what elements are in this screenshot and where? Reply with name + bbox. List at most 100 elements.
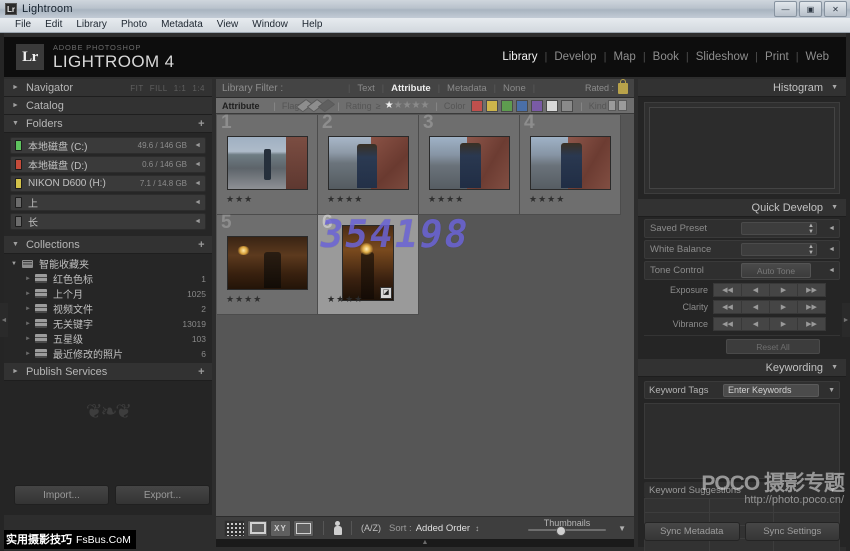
add-publish-service-icon[interactable]: +: [198, 366, 205, 378]
collection-item[interactable]: ► 五星级 103: [8, 331, 212, 346]
sync-settings-button[interactable]: Sync Settings: [745, 522, 841, 541]
rating-star-5[interactable]: ★: [421, 100, 430, 111]
kind-master-icon[interactable]: [608, 100, 617, 111]
panel-header-folders[interactable]: ▼ Folders +: [4, 115, 212, 133]
grid-view-icon[interactable]: [224, 520, 245, 537]
menu-help[interactable]: Help: [295, 18, 330, 32]
crop-badge-icon[interactable]: ◪: [395, 176, 407, 188]
panel-header-collections[interactable]: ▼ Collections +: [4, 236, 212, 254]
menu-window[interactable]: Window: [245, 18, 295, 32]
maximize-button[interactable]: ▣: [799, 1, 822, 17]
smart-collections-root[interactable]: ▼ 智能收藏夹: [8, 256, 212, 271]
menu-view[interactable]: View: [210, 18, 246, 32]
grid-cell[interactable]: 5 ★★★★: [217, 215, 318, 315]
folder-row[interactable]: 上 ◄: [10, 194, 206, 211]
vibrance-increase-small[interactable]: ▶: [769, 317, 798, 331]
folder-row[interactable]: 长 ◄: [10, 213, 206, 230]
thumbnail-grid[interactable]: 1 ◪ ★★★ 2 ◪ ★★★★ 3 ★★★★: [216, 114, 634, 516]
collection-item[interactable]: ► 最近修改的照片 6: [8, 346, 212, 361]
menu-library[interactable]: Library: [69, 18, 114, 32]
add-collection-icon[interactable]: +: [198, 239, 205, 251]
filter-tab-text[interactable]: Text: [350, 83, 381, 94]
panel-header-histogram[interactable]: Histogram ▼: [638, 79, 846, 97]
exposure-increase-large[interactable]: ▶▶: [797, 283, 826, 297]
color-swatch-green[interactable]: [501, 100, 513, 112]
thumbnail-image[interactable]: ◪: [530, 136, 611, 190]
sort-order-toggle-icon[interactable]: ↕: [475, 524, 479, 533]
panel-header-catalog[interactable]: ► Catalog: [4, 97, 212, 115]
left-panel-collapse-arrow[interactable]: ◄: [0, 303, 8, 337]
module-web[interactable]: Web: [799, 51, 836, 63]
rating-star-1[interactable]: ★: [385, 100, 394, 111]
clarity-increase-small[interactable]: ▶: [769, 300, 798, 314]
survey-view-icon[interactable]: [293, 520, 314, 537]
color-swatch-yellow[interactable]: [486, 100, 498, 112]
module-map[interactable]: Map: [606, 51, 642, 63]
compare-view-icon[interactable]: XY: [270, 520, 291, 537]
color-swatch-purple[interactable]: [531, 100, 543, 112]
chevron-left-icon[interactable]: ◄: [194, 218, 201, 225]
grid-cell[interactable]: 1 ◪ ★★★: [217, 115, 318, 215]
add-folder-icon[interactable]: +: [198, 118, 205, 130]
color-swatch-gray[interactable]: [561, 100, 573, 112]
exposure-decrease-large[interactable]: ◀◀: [713, 283, 742, 297]
loupe-view-icon[interactable]: [247, 520, 268, 537]
lock-icon[interactable]: [618, 83, 628, 94]
saved-preset-row[interactable]: Saved Preset ▲▼ ◄: [644, 219, 840, 238]
color-swatch-none[interactable]: [546, 100, 558, 112]
filmstrip-collapse-bar[interactable]: ▲: [216, 539, 634, 547]
crop-badge-icon[interactable]: ◪: [597, 176, 609, 188]
folder-row[interactable]: NIKON D600 (H:) 7.1 / 14.8 GB ◄: [10, 175, 206, 192]
rating-operator[interactable]: ≥: [376, 101, 381, 111]
zoom-1-4[interactable]: 1:4: [192, 84, 205, 93]
person-icon[interactable]: [333, 521, 342, 535]
slider-handle[interactable]: [556, 526, 566, 536]
chevron-left-icon[interactable]: ◄: [828, 246, 835, 253]
cell-rating[interactable]: ★★★: [226, 194, 253, 205]
white-balance-select[interactable]: ▲▼: [741, 243, 817, 256]
sort-value[interactable]: Added Order: [416, 523, 470, 534]
module-book[interactable]: Book: [646, 51, 686, 63]
clarity-decrease-small[interactable]: ◀: [741, 300, 770, 314]
thumbnail-image[interactable]: ◪: [342, 225, 394, 301]
auto-tone-button[interactable]: Auto Tone: [741, 263, 811, 278]
thumbnail-image[interactable]: ◪: [328, 136, 409, 190]
module-print[interactable]: Print: [758, 51, 796, 63]
crop-badge-icon[interactable]: ◪: [294, 176, 306, 188]
chevron-down-icon[interactable]: ▼: [828, 387, 835, 394]
clarity-increase-large[interactable]: ▶▶: [797, 300, 826, 314]
exposure-increase-small[interactable]: ▶: [769, 283, 798, 297]
export-button[interactable]: Export...: [115, 485, 210, 505]
minimize-button[interactable]: —: [774, 1, 797, 17]
rating-star-3[interactable]: ★: [403, 100, 412, 111]
keyword-suggestions-header[interactable]: Keyword Suggestions ▼: [644, 482, 840, 498]
import-button[interactable]: Import...: [14, 485, 109, 505]
close-button[interactable]: ✕: [824, 1, 847, 17]
menu-file[interactable]: File: [8, 18, 38, 32]
zoom-1-1[interactable]: 1:1: [174, 84, 187, 93]
tone-control-row[interactable]: Tone Control Auto Tone ◄: [644, 261, 840, 280]
chevron-left-icon[interactable]: ◄: [828, 225, 835, 232]
chevron-left-icon[interactable]: ◄: [194, 142, 201, 149]
thumbnail-image[interactable]: [429, 136, 510, 190]
chevron-left-icon[interactable]: ◄: [194, 180, 201, 187]
white-balance-row[interactable]: White Balance ▲▼ ◄: [644, 240, 840, 259]
sync-metadata-button[interactable]: Sync Metadata: [644, 522, 740, 541]
cell-rating[interactable]: ★★★★: [529, 194, 565, 205]
thumbnail-image[interactable]: ◪: [227, 136, 308, 190]
chevron-up-icon[interactable]: ▲: [422, 539, 429, 547]
thumbnail-size-slider[interactable]: [528, 529, 606, 531]
grid-cell-selected[interactable]: 6 ◪ ★★★★: [318, 215, 419, 315]
cell-rating[interactable]: ★★★★: [327, 194, 363, 205]
filter-tab-metadata[interactable]: Metadata: [440, 83, 494, 94]
menu-metadata[interactable]: Metadata: [154, 18, 210, 32]
filter-tab-none[interactable]: None: [496, 83, 533, 94]
cell-rating[interactable]: ★★★★: [428, 194, 464, 205]
vibrance-decrease-small[interactable]: ◀: [741, 317, 770, 331]
clarity-decrease-large[interactable]: ◀◀: [713, 300, 742, 314]
menu-photo[interactable]: Photo: [114, 18, 154, 32]
collection-item[interactable]: ► 无关键字 13019: [8, 316, 212, 331]
zoom-fit[interactable]: FIT: [130, 84, 144, 93]
folder-row[interactable]: 本地磁盘 (C:) 49.6 / 146 GB ◄: [10, 137, 206, 154]
color-swatch-red[interactable]: [471, 100, 483, 112]
